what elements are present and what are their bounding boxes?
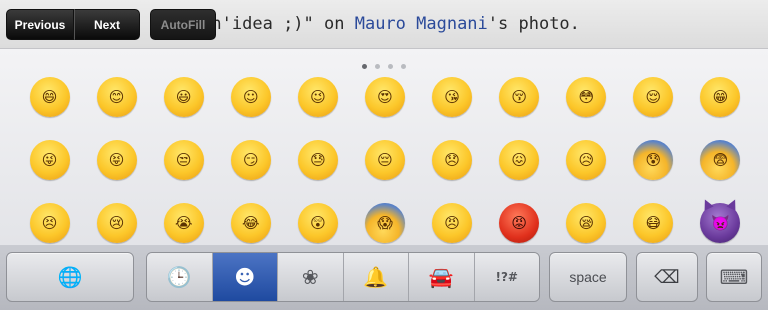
emoji-key[interactable]: 😌 <box>620 65 687 128</box>
flushed-face-icon: 😳 <box>566 76 607 117</box>
sweating-fearful-face-icon: 😰 <box>633 139 674 180</box>
emoji-keyboard: 😄 😊 😃 ☺ 😉 😍 😘 😚 😳 😌 😁 😜 😝 😒 😏 😓 😔 😞 😖 😥 😰 😨 😣 😢 😭 😂 😲 😱 😠 😡 😪 😷 👿 <box>0 49 768 245</box>
imp-face-icon: 👿 <box>700 202 741 243</box>
grinning-face-icon: 😄 <box>29 76 70 117</box>
grimacing-face-icon: 😁 <box>700 76 741 117</box>
globe-icon: 🌐 <box>57 265 83 289</box>
emoji-key[interactable]: 😍 <box>351 65 418 128</box>
disappointed-face-icon: 😞 <box>432 139 473 180</box>
category-tab-objects-bell[interactable]: 🔔 <box>342 253 408 301</box>
emoji-category-bar: 🕒 ☻ ❀ 🔔 🚘 !?# <box>146 252 540 302</box>
relieved-face-icon: 😌 <box>633 76 674 117</box>
symbols-icon: !?# <box>495 270 519 284</box>
emoji-key[interactable]: 😁 <box>687 65 754 128</box>
emoji-key[interactable]: 😚 <box>486 65 553 128</box>
emoji-key[interactable]: 😞 <box>419 128 486 191</box>
persevering-face-icon: 😣 <box>29 202 70 243</box>
autofill-button[interactable]: AutoFill <box>150 9 216 40</box>
recent-clock-icon: 🕒 <box>166 265 192 289</box>
emoji-key[interactable]: 😝 <box>83 128 150 191</box>
emoji-key[interactable]: 😒 <box>150 128 217 191</box>
emoji-key[interactable]: 😳 <box>553 65 620 128</box>
smiley-face-icon: 😃 <box>163 76 204 117</box>
space-key[interactable]: space <box>549 252 627 302</box>
kissing-closed-eyes-face-icon: 😚 <box>499 76 540 117</box>
winking-tongue-face-icon: 😜 <box>29 139 70 180</box>
category-tab-nature-flower[interactable]: ❀ <box>277 253 343 301</box>
screaming-face-icon: 😱 <box>364 202 405 243</box>
emoji-key[interactable]: 😉 <box>284 65 351 128</box>
winking-face-icon: 😉 <box>297 76 338 117</box>
emoji-key[interactable]: 😄 <box>16 65 83 128</box>
disappointed-relieved-face-icon: 😥 <box>566 139 607 180</box>
unamused-face-icon: 😒 <box>163 139 204 180</box>
smiling-face-icon: 😊 <box>96 76 137 117</box>
emoji-key[interactable]: 😔 <box>351 128 418 191</box>
tears-of-joy-face-icon: 😂 <box>230 202 271 243</box>
fearful-face-icon: 😨 <box>700 139 741 180</box>
pensive-face-icon: 😔 <box>364 139 405 180</box>
emoji-key[interactable]: 😃 <box>150 65 217 128</box>
delete-icon: ⌫ <box>654 266 680 288</box>
keyboard-key-row: 🌐 🕒 ☻ ❀ 🔔 🚘 !?# space ⌫ ⌨ <box>0 245 768 310</box>
category-tab-recent-clock[interactable]: 🕒 <box>147 253 212 301</box>
category-tab-people-smiley[interactable]: ☻ <box>211 253 277 301</box>
emoji-key[interactable]: 😏 <box>217 128 284 191</box>
keyboard-dismiss-icon: ⌨ <box>719 265 749 289</box>
emoji-key[interactable]: 😰 <box>620 128 687 191</box>
people-smiley-icon: ☻ <box>234 265 256 289</box>
emoji-key[interactable]: 😥 <box>553 128 620 191</box>
angry-face-icon: 😠 <box>432 202 473 243</box>
emoji-key[interactable]: 😜 <box>16 128 83 191</box>
previous-button[interactable]: Previous <box>6 9 74 40</box>
astonished-face-icon: 😲 <box>297 202 338 243</box>
confounded-face-icon: 😖 <box>499 139 540 180</box>
dismiss-keyboard-key[interactable]: ⌨ <box>706 252 762 302</box>
context-text-suffix: 's photo. <box>487 14 580 34</box>
crying-face-icon: 😢 <box>96 202 137 243</box>
space-label: space <box>569 269 607 285</box>
loudly-crying-face-icon: 😭 <box>163 202 204 243</box>
category-tab-symbols[interactable]: !?# <box>473 253 539 301</box>
emoji-key[interactable]: 😓 <box>284 128 351 191</box>
category-tab-places-car[interactable]: 🚘 <box>408 253 474 301</box>
cold-sweat-face-icon: 😓 <box>297 139 338 180</box>
objects-bell-icon: 🔔 <box>363 265 389 289</box>
next-button[interactable]: Next <box>74 9 140 40</box>
emoji-key[interactable]: 😊 <box>83 65 150 128</box>
globe-key[interactable]: 🌐 <box>6 252 134 302</box>
nature-flower-icon: ❀ <box>301 265 319 289</box>
smirking-face-icon: 😏 <box>230 139 271 180</box>
pouting-face-icon: 😡 <box>499 202 540 243</box>
emoji-key[interactable]: 😖 <box>486 128 553 191</box>
emoji-key[interactable]: ☺ <box>217 65 284 128</box>
form-accessory-bar: Previous Next AutoFill <box>6 9 216 40</box>
kissing-heart-face-icon: 😘 <box>432 76 473 117</box>
squinting-tongue-face-icon: 😝 <box>96 139 137 180</box>
mask-face-icon: 😷 <box>633 202 674 243</box>
relaxed-face-icon: ☺ <box>230 76 271 117</box>
context-user-link[interactable]: Mauro Magnani <box>355 14 488 34</box>
sleepy-face-icon: 😪 <box>566 202 607 243</box>
emoji-grid: 😄 😊 😃 ☺ 😉 😍 😘 😚 😳 😌 😁 😜 😝 😒 😏 😓 😔 😞 😖 😥 😰 😨 😣 😢 😭 😂 😲 😱 😠 😡 😪 😷 👿 <box>16 65 754 254</box>
delete-key[interactable]: ⌫ <box>636 252 698 302</box>
emoji-key[interactable]: 😨 <box>687 128 754 191</box>
heart-eyes-face-icon: 😍 <box>364 76 405 117</box>
emoji-key[interactable]: 😘 <box>419 65 486 128</box>
places-car-icon: 🚘 <box>428 265 454 289</box>
